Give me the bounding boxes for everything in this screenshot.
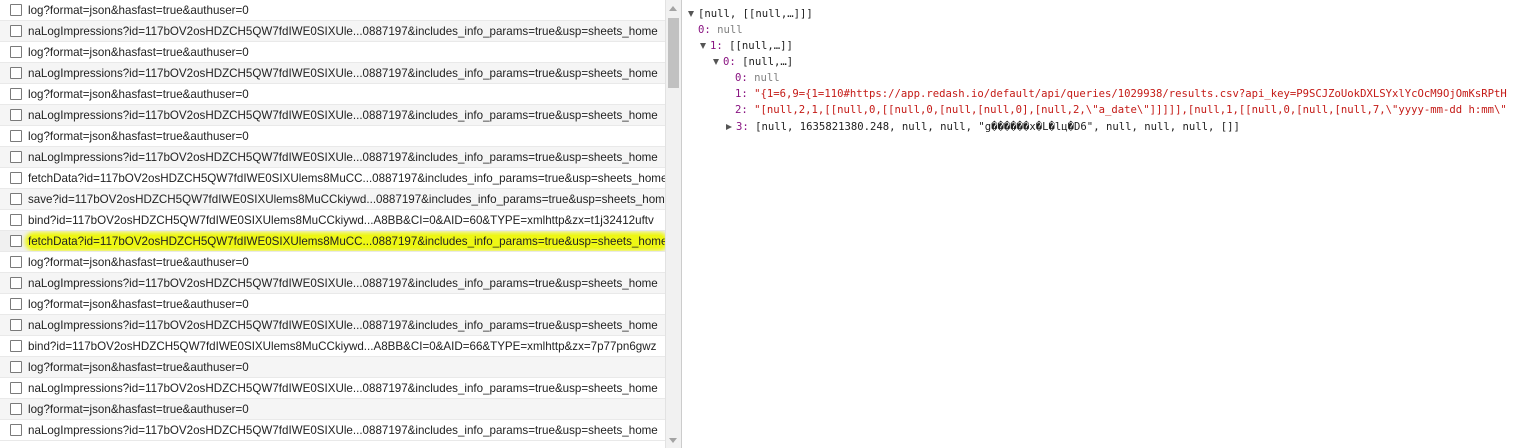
request-row[interactable]: log?format=json&hasfast=true&authuser=0 <box>0 252 665 273</box>
collapsed-triangle-icon[interactable] <box>726 124 732 130</box>
tree-key: 2: <box>735 104 748 116</box>
request-name: bind?id=117bOV2osHDZCH5QW7fdIWE0SIXUlems… <box>28 339 657 353</box>
request-checkbox[interactable] <box>10 424 22 436</box>
request-checkbox[interactable] <box>10 172 22 184</box>
request-name: bind?id=117bOV2osHDZCH5QW7fdIWE0SIXUlems… <box>28 213 654 227</box>
request-row[interactable]: bind?id=117bOV2osHDZCH5QW7fdIWE0SIXUlems… <box>0 336 665 357</box>
request-row[interactable]: naLogImpressions?id=117bOV2osHDZCH5QW7fd… <box>0 315 665 336</box>
request-checkbox[interactable] <box>10 235 22 247</box>
request-row[interactable]: log?format=json&hasfast=true&authuser=0 <box>0 357 665 378</box>
request-list-panel: log?format=json&hasfast=true&authuser=0 n… <box>0 0 681 448</box>
request-checkbox[interactable] <box>10 25 22 37</box>
request-name: log?format=json&hasfast=true&authuser=0 <box>28 87 249 101</box>
request-name: naLogImpressions?id=117bOV2osHDZCH5QW7fd… <box>28 318 658 332</box>
tree-value: [null,…] <box>742 56 794 68</box>
request-name: naLogImpressions?id=117bOV2osHDZCH5QW7fd… <box>28 150 658 164</box>
request-name: fetchData?id=117bOV2osHDZCH5QW7fdIWE0SIX… <box>28 171 665 185</box>
tree-key: 0: <box>723 56 736 68</box>
request-row[interactable]: log?format=json&hasfast=true&authuser=0 <box>0 42 665 63</box>
request-name: fetchData?id=117bOV2osHDZCH5QW7fdIWE0SIX… <box>28 234 665 248</box>
request-checkbox[interactable] <box>10 67 22 79</box>
request-row[interactable]: naLogImpressions?id=117bOV2osHDZCH5QW7fd… <box>0 273 665 294</box>
request-list-scrollbar[interactable] <box>665 0 681 448</box>
tree-value: "[null,2,1,[[null,0,[[null,0,[null,[null… <box>754 104 1507 116</box>
request-row[interactable]: save?id=117bOV2osHDZCH5QW7fdIWE0SIXUlems… <box>0 189 665 210</box>
scrollbar-thumb[interactable] <box>668 18 679 88</box>
request-checkbox[interactable] <box>10 340 22 352</box>
request-name: save?id=117bOV2osHDZCH5QW7fdIWE0SIXUlems… <box>28 192 665 206</box>
request-checkbox[interactable] <box>10 403 22 415</box>
request-name: naLogImpressions?id=117bOV2osHDZCH5QW7fd… <box>28 24 658 38</box>
tree-node-k1-0[interactable]: 0: [null,…] <box>713 55 793 70</box>
tree-key: 0: <box>735 72 748 84</box>
request-row[interactable]: naLogImpressions?id=117bOV2osHDZCH5QW7fd… <box>0 105 665 126</box>
request-row[interactable]: naLogImpressions?id=117bOV2osHDZCH5QW7fd… <box>0 21 665 42</box>
tree-value: [null, [[null,…]]] <box>698 8 813 20</box>
request-checkbox[interactable] <box>10 298 22 310</box>
request-row[interactable]: log?format=json&hasfast=true&authuser=0 <box>0 126 665 147</box>
tree-value: [null, 1635821380.248, null, null, "g���… <box>755 121 1240 133</box>
request-checkbox[interactable] <box>10 4 22 16</box>
request-name: naLogImpressions?id=117bOV2osHDZCH5QW7fd… <box>28 108 658 122</box>
request-name: log?format=json&hasfast=true&authuser=0 <box>28 255 249 269</box>
request-name: log?format=json&hasfast=true&authuser=0 <box>28 297 249 311</box>
tree-node-k1-0-2: 2: "[null,2,1,[[null,0,[[null,0,[null,[n… <box>735 103 1507 118</box>
request-checkbox[interactable] <box>10 277 22 289</box>
request-name: naLogImpressions?id=117bOV2osHDZCH5QW7fd… <box>28 423 658 437</box>
expanded-triangle-icon[interactable] <box>713 59 719 65</box>
tree-node-k0: 0: null <box>698 23 743 38</box>
tree-node-k1-0-0: 0: null <box>735 71 780 86</box>
request-checkbox[interactable] <box>10 193 22 205</box>
request-row[interactable]: naLogImpressions?id=117bOV2osHDZCH5QW7fd… <box>0 378 665 399</box>
request-checkbox[interactable] <box>10 109 22 121</box>
response-preview-panel: [null, [[null,…]]] 0: null 1: [[null,…]] 0:… <box>682 0 1535 448</box>
request-name: log?format=json&hasfast=true&authuser=0 <box>28 402 249 416</box>
tree-key: 0: <box>698 24 711 36</box>
expanded-triangle-icon[interactable] <box>688 11 694 17</box>
request-name: naLogImpressions?id=117bOV2osHDZCH5QW7fd… <box>28 381 658 395</box>
request-row-highlighted[interactable]: fetchData?id=117bOV2osHDZCH5QW7fdIWE0SIX… <box>0 231 665 252</box>
tree-value: null <box>717 24 743 36</box>
request-row[interactable]: naLogImpressions?id=117bOV2osHDZCH5QW7fd… <box>0 63 665 84</box>
scroll-up-arrow-icon[interactable] <box>669 6 677 11</box>
tree-value: null <box>754 72 780 84</box>
tree-value: [[null,…]] <box>729 40 793 52</box>
request-name: naLogImpressions?id=117bOV2osHDZCH5QW7fd… <box>28 66 658 80</box>
request-row[interactable]: naLogImpressions?id=117bOV2osHDZCH5QW7fd… <box>0 420 665 441</box>
request-checkbox[interactable] <box>10 130 22 142</box>
request-row[interactable]: log?format=json&hasfast=true&authuser=0 <box>0 294 665 315</box>
request-name: log?format=json&hasfast=true&authuser=0 <box>28 3 249 17</box>
tree-node-k1[interactable]: 1: [[null,…]] <box>700 39 793 54</box>
request-name: naLogImpressions?id=117bOV2osHDZCH5QW7fd… <box>28 276 658 290</box>
request-name: log?format=json&hasfast=true&authuser=0 <box>28 360 249 374</box>
request-row[interactable]: log?format=json&hasfast=true&authuser=0 <box>0 399 665 420</box>
request-row[interactable]: fetchData?id=117bOV2osHDZCH5QW7fdIWE0SIX… <box>0 168 665 189</box>
request-name: log?format=json&hasfast=true&authuser=0 <box>28 129 249 143</box>
request-checkbox[interactable] <box>10 361 22 373</box>
tree-node-k1-0-3[interactable]: 3: [null, 1635821380.248, null, null, "g… <box>726 120 1240 135</box>
tree-value: "{1=6,9={1=110#https://app.redash.io/def… <box>754 88 1507 100</box>
request-checkbox[interactable] <box>10 319 22 331</box>
request-row[interactable]: log?format=json&hasfast=true&authuser=0 <box>0 84 665 105</box>
request-row[interactable]: bind?id=117bOV2osHDZCH5QW7fdIWE0SIXUlems… <box>0 210 665 231</box>
tree-key: 1: <box>710 40 723 52</box>
tree-node-root[interactable]: [null, [[null,…]]] <box>688 7 813 22</box>
request-checkbox[interactable] <box>10 382 22 394</box>
tree-key: 3: <box>736 121 749 133</box>
tree-node-k1-0-1: 1: "{1=6,9={1=110#https://app.redash.io/… <box>735 87 1507 102</box>
request-row[interactable]: naLogImpressions?id=117bOV2osHDZCH5QW7fd… <box>0 147 665 168</box>
request-name: log?format=json&hasfast=true&authuser=0 <box>28 45 249 59</box>
request-row[interactable]: log?format=json&hasfast=true&authuser=0 <box>0 0 665 21</box>
request-checkbox[interactable] <box>10 256 22 268</box>
scroll-down-arrow-icon[interactable] <box>669 438 677 443</box>
request-checkbox[interactable] <box>10 214 22 226</box>
request-checkbox[interactable] <box>10 151 22 163</box>
request-checkbox[interactable] <box>10 46 22 58</box>
expanded-triangle-icon[interactable] <box>700 43 706 49</box>
request-checkbox[interactable] <box>10 88 22 100</box>
tree-key: 1: <box>735 88 748 100</box>
request-list: log?format=json&hasfast=true&authuser=0 n… <box>0 0 665 441</box>
